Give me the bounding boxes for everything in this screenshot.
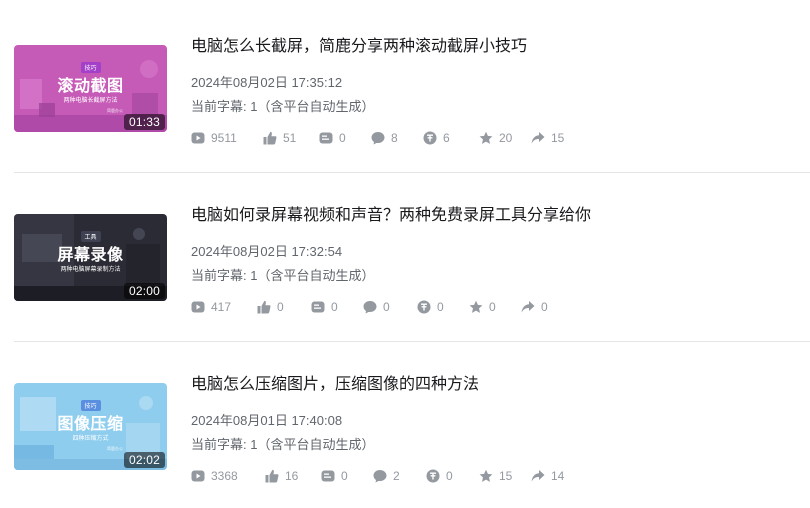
play-count: 417 bbox=[191, 300, 257, 314]
thumbnail-caption: 两种电脑屏幕录制方法 bbox=[60, 267, 121, 273]
comment-count[interactable]: 8 bbox=[371, 131, 423, 145]
share-count[interactable]: 14 bbox=[531, 469, 564, 483]
coin-count[interactable]: 0 bbox=[417, 300, 469, 314]
comment-icon bbox=[373, 470, 387, 483]
duration-badge: 02:02 bbox=[123, 452, 165, 468]
like-count[interactable]: 0 bbox=[257, 300, 311, 314]
subtitle-info: 当前字幕: 1（含平台自动生成） bbox=[191, 268, 375, 283]
coin-icon bbox=[426, 469, 440, 483]
favorite-count[interactable]: 15 bbox=[479, 469, 531, 483]
star-icon bbox=[479, 469, 493, 482]
video-stats: 9511 51 0 8 6 20 15 bbox=[191, 129, 564, 147]
video-thumbnail[interactable]: 工具 屏幕录像 两种电脑屏幕录制方法 02:00 bbox=[14, 214, 167, 301]
video-item: 技巧 图像压缩 四种压缩方式 简鹿办公 02:02 电脑怎么压缩图片，压缩图像的… bbox=[0, 338, 810, 508]
subtitle-info: 当前字幕: 1（含平台自动生成） bbox=[191, 99, 375, 114]
video-thumbnail[interactable]: 技巧 图像压缩 四种压缩方式 简鹿办公 02:02 bbox=[14, 383, 167, 470]
star-icon bbox=[469, 300, 483, 313]
play-icon bbox=[191, 132, 205, 144]
danmaku-icon bbox=[311, 301, 325, 313]
publish-date: 2024年08月01日 17:40:08 bbox=[191, 413, 343, 428]
duration-badge: 02:00 bbox=[123, 283, 165, 299]
play-icon bbox=[191, 470, 205, 482]
coin-icon bbox=[423, 131, 437, 145]
video-item: 工具 屏幕录像 两种电脑屏幕录制方法 02:00 电脑如何录屏幕视频和声音？两种… bbox=[0, 169, 810, 339]
thumbs-up-icon bbox=[265, 469, 279, 483]
favorite-count[interactable]: 20 bbox=[479, 131, 531, 145]
coin-icon bbox=[417, 300, 431, 314]
video-stats: 3368 16 0 2 0 15 14 bbox=[191, 467, 564, 485]
video-title[interactable]: 电脑怎么压缩图片，压缩图像的四种方法 bbox=[191, 370, 479, 394]
danmaku-count: 0 bbox=[319, 131, 371, 145]
favorite-count[interactable]: 0 bbox=[469, 300, 521, 314]
thumbs-up-icon bbox=[263, 131, 277, 145]
publish-date: 2024年08月02日 17:35:12 bbox=[191, 75, 343, 90]
share-icon bbox=[531, 132, 545, 144]
video-title[interactable]: 电脑怎么长截屏，简鹿分享两种滚动截屏小技巧 bbox=[191, 32, 527, 56]
publish-date: 2024年08月02日 17:32:54 bbox=[191, 244, 343, 259]
star-icon bbox=[479, 131, 493, 144]
thumbnail-note: 简鹿办公 bbox=[107, 108, 123, 113]
video-stats: 417 0 0 0 0 0 0 bbox=[191, 298, 548, 316]
play-count: 3368 bbox=[191, 469, 265, 483]
coin-count[interactable]: 0 bbox=[426, 469, 479, 483]
comment-icon bbox=[371, 132, 385, 145]
like-count[interactable]: 16 bbox=[265, 469, 321, 483]
share-count[interactable]: 0 bbox=[521, 300, 548, 314]
share-icon bbox=[521, 301, 535, 313]
share-icon bbox=[531, 470, 545, 482]
danmaku-icon bbox=[319, 132, 333, 144]
duration-badge: 01:33 bbox=[123, 114, 165, 130]
video-title[interactable]: 电脑如何录屏幕视频和声音？两种免费录屏工具分享给你 bbox=[191, 201, 591, 225]
thumbnail-heading: 滚动截图 bbox=[57, 78, 124, 95]
danmaku-count: 0 bbox=[321, 469, 373, 483]
thumbnail-caption: 四种压缩方式 bbox=[72, 436, 109, 442]
share-count[interactable]: 15 bbox=[531, 131, 564, 145]
video-thumbnail[interactable]: 技巧 滚动截图 两种电脑长截屏方法 简鹿办公 01:33 bbox=[14, 45, 167, 132]
play-icon bbox=[191, 301, 205, 313]
play-count: 9511 bbox=[191, 131, 263, 145]
thumbnail-heading: 图像压缩 bbox=[57, 416, 124, 433]
thumbs-up-icon bbox=[257, 300, 271, 314]
like-count[interactable]: 51 bbox=[263, 131, 319, 145]
coin-count[interactable]: 6 bbox=[423, 131, 479, 145]
video-list: 技巧 滚动截图 两种电脑长截屏方法 简鹿办公 01:33 电脑怎么长截屏，简鹿分… bbox=[0, 0, 810, 499]
thumbnail-heading: 屏幕录像 bbox=[57, 247, 124, 264]
comment-icon bbox=[363, 301, 377, 314]
comment-count[interactable]: 0 bbox=[363, 300, 417, 314]
video-item: 技巧 滚动截图 两种电脑长截屏方法 简鹿办公 01:33 电脑怎么长截屏，简鹿分… bbox=[0, 0, 810, 170]
thumbnail-caption: 两种电脑长截屏方法 bbox=[63, 98, 118, 104]
danmaku-count: 0 bbox=[311, 300, 363, 314]
subtitle-info: 当前字幕: 1（含平台自动生成） bbox=[191, 437, 375, 452]
comment-count[interactable]: 2 bbox=[373, 469, 426, 483]
danmaku-icon bbox=[321, 470, 335, 482]
thumbnail-note: 简鹿办公 bbox=[107, 446, 123, 451]
